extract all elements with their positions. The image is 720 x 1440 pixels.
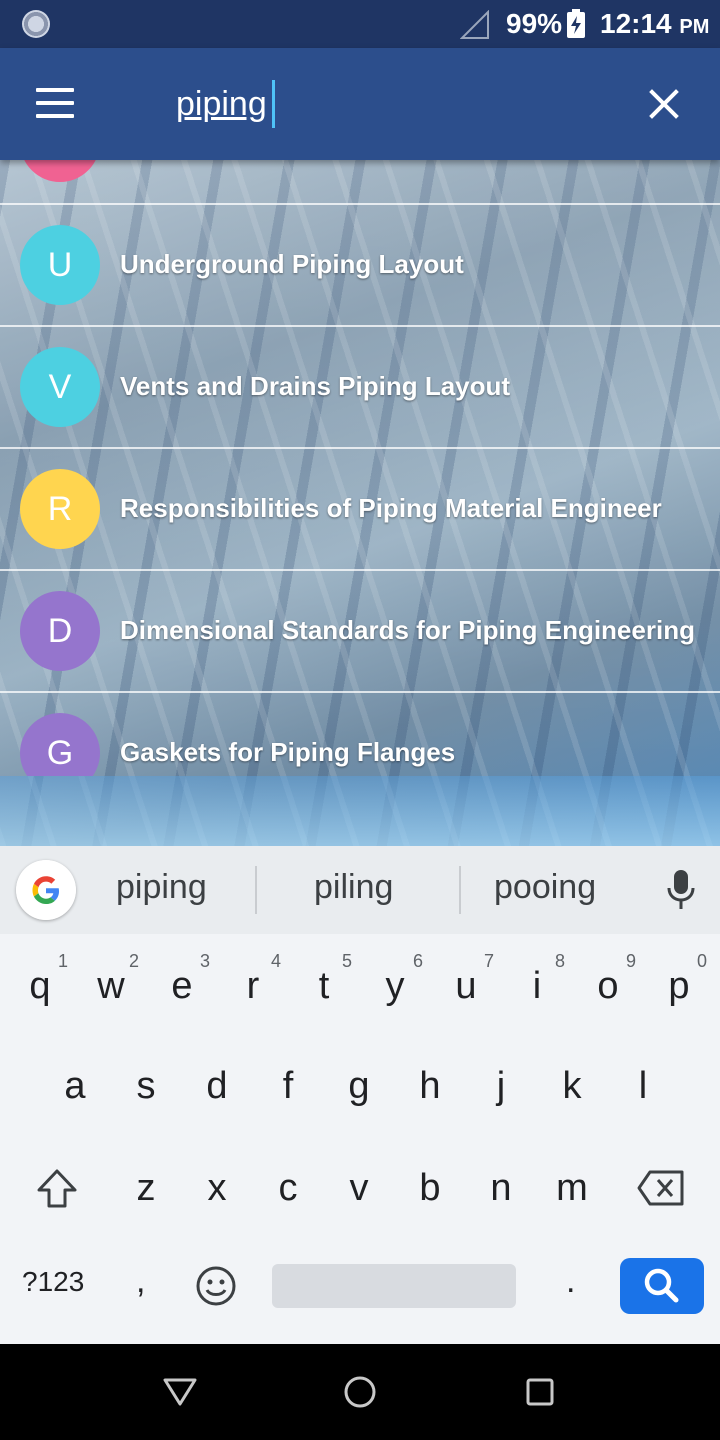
key-n[interactable]: n	[471, 1148, 531, 1228]
recent-apps-icon[interactable]	[524, 1376, 556, 1408]
list-item-title: Gaskets for Piping Flanges	[120, 737, 456, 767]
home-icon[interactable]	[342, 1374, 378, 1410]
list-item-title: Responsibilities of Piping Material Engi…	[120, 493, 662, 523]
status-bar: 99% 12:14 PM	[0, 0, 720, 48]
suggestion-3[interactable]: pooing	[494, 868, 596, 907]
key-k[interactable]: k	[542, 1046, 602, 1126]
app-bar	[0, 48, 720, 160]
suggestion-bar: piping piling pooing	[0, 846, 720, 934]
list-item-title: Dimensional Standards for Piping Enginee…	[120, 615, 695, 645]
emoji-icon[interactable]	[194, 1264, 238, 1308]
list-item-title: Underground Piping Layout	[120, 249, 464, 279]
back-icon[interactable]	[162, 1376, 198, 1408]
key-t[interactable]: t5	[294, 946, 354, 1026]
key-u[interactable]: u7	[436, 946, 496, 1026]
letter-avatar: G	[20, 713, 100, 776]
list-item[interactable]: R Responsibilities of Piping Material En…	[0, 449, 720, 571]
key-v[interactable]: v	[329, 1148, 389, 1228]
period-key[interactable]: .	[566, 1262, 575, 1301]
key-r[interactable]: r4	[223, 946, 283, 1026]
sync-circle-icon	[22, 10, 50, 38]
key-l[interactable]: l	[613, 1046, 673, 1126]
key-x[interactable]: x	[187, 1148, 247, 1228]
background-image	[0, 776, 720, 846]
divider	[459, 866, 461, 914]
shift-icon[interactable]	[34, 1166, 80, 1212]
search-key[interactable]	[620, 1258, 704, 1314]
search-icon	[644, 1268, 679, 1303]
letter-avatar: U	[20, 225, 100, 305]
google-g-icon[interactable]	[16, 860, 76, 920]
key-c[interactable]: c	[258, 1148, 318, 1228]
key-p[interactable]: p0	[649, 946, 709, 1026]
key-o[interactable]: o9	[578, 946, 638, 1026]
key-b[interactable]: b	[400, 1148, 460, 1228]
key-s[interactable]: s	[116, 1046, 176, 1126]
key-j[interactable]: j	[471, 1046, 531, 1126]
search-input[interactable]	[176, 78, 576, 130]
space-key[interactable]	[272, 1264, 516, 1308]
divider	[255, 866, 257, 914]
suggestion-2[interactable]: piling	[314, 868, 393, 907]
signal-icon	[460, 10, 489, 39]
results-list: U Underground Piping Layout V Vents and …	[0, 160, 720, 846]
menu-icon[interactable]	[36, 86, 76, 122]
clock: 12:14 PM	[600, 8, 710, 39]
key-m[interactable]: m	[542, 1148, 602, 1228]
text-cursor	[272, 80, 275, 128]
list-item-title: Vents and Drains Piping Layout	[120, 371, 511, 401]
key-f[interactable]: f	[258, 1046, 318, 1126]
list-item[interactable]: V Vents and Drains Piping Layout	[0, 327, 720, 449]
key-h[interactable]: h	[400, 1046, 460, 1126]
battery-charging-icon	[567, 9, 585, 38]
key-e[interactable]: e3	[152, 946, 212, 1026]
comma-key[interactable]: ,	[136, 1262, 145, 1301]
letter-avatar: V	[20, 347, 100, 427]
list-item[interactable]: G Gaskets for Piping Flanges	[0, 693, 720, 776]
list-item[interactable]: U Underground Piping Layout	[0, 205, 720, 327]
suggestion-1[interactable]: piping	[116, 868, 207, 907]
letter-avatar: R	[20, 469, 100, 549]
close-icon[interactable]	[642, 82, 686, 126]
key-d[interactable]: d	[187, 1046, 247, 1126]
key-a[interactable]: a	[45, 1046, 105, 1126]
key-w[interactable]: w2	[81, 946, 141, 1026]
list-item[interactable]: D Dimensional Standards for Piping Engin…	[0, 571, 720, 693]
backspace-icon[interactable]	[636, 1168, 686, 1208]
numbers-key[interactable]: ?123	[22, 1266, 84, 1298]
mic-icon[interactable]	[664, 868, 698, 912]
partial-list-avatar	[20, 160, 100, 182]
key-g[interactable]: g	[329, 1046, 389, 1126]
key-i[interactable]: i8	[507, 946, 567, 1026]
key-y[interactable]: y6	[365, 946, 425, 1026]
key-q[interactable]: q1	[10, 946, 70, 1026]
letter-avatar: D	[20, 591, 100, 671]
key-z[interactable]: z	[116, 1148, 176, 1228]
battery-percentage: 99%	[506, 8, 563, 39]
